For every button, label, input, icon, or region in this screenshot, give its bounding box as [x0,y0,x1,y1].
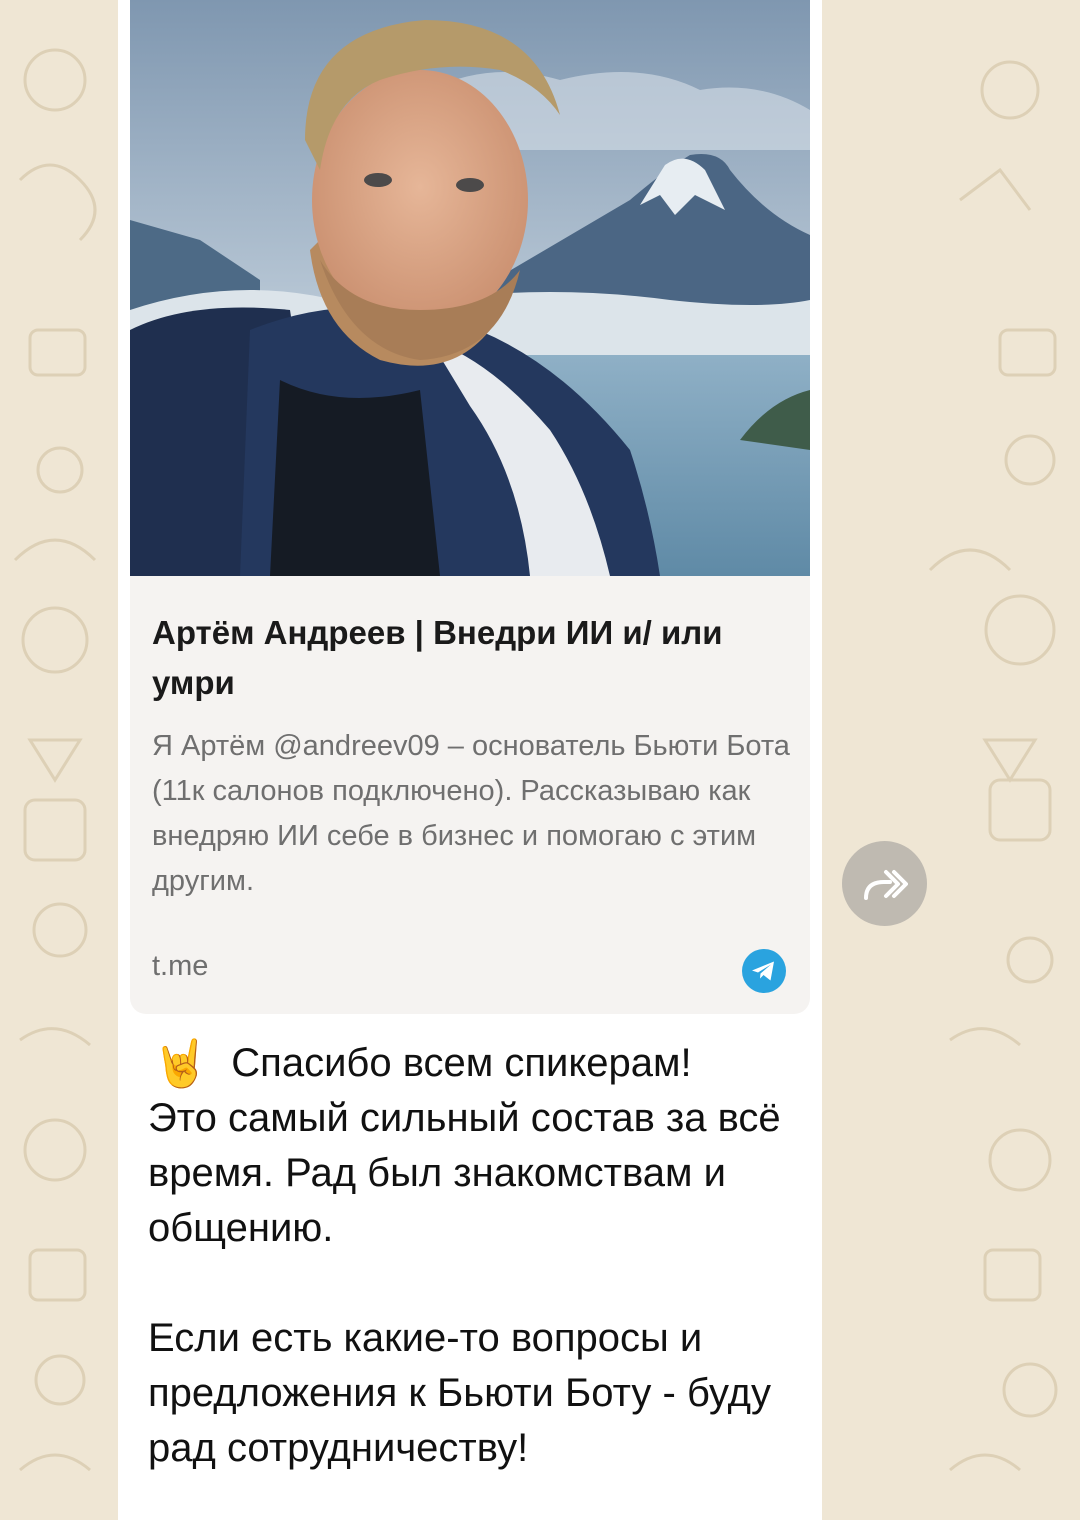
preview-domain: t.me [152,950,209,982]
message-line-cooperation: Если есть какие-то вопросы и предложения… [148,1316,771,1470]
preview-title[interactable]: Артём Андреев | Внедри ИИ и/ или умри [152,608,772,708]
preview-description: Я Артём @andreev09 – основатель Бьюти Бо… [152,730,790,897]
message-text: 🤘 Спасибо всем спикерам! Это самый сильн… [148,1036,808,1476]
message-line-thanks: Спасибо всем спикерам! [231,1041,692,1085]
telegram-icon [742,949,786,993]
link-preview[interactable]: Артём Андреев | Внедри ИИ и/ или умри Я … [130,0,810,1014]
portrait-photo[interactable] [130,0,810,576]
forward-button[interactable] [842,841,927,926]
forward-icon [863,869,908,900]
message-bubble[interactable]: Артём Андреев | Внедри ИИ и/ или умри Я … [118,0,822,1520]
message-line-team: Это самый сильный состав за всё время. Р… [148,1096,781,1250]
sign-of-horns-emoji: 🤘 [152,1037,210,1089]
